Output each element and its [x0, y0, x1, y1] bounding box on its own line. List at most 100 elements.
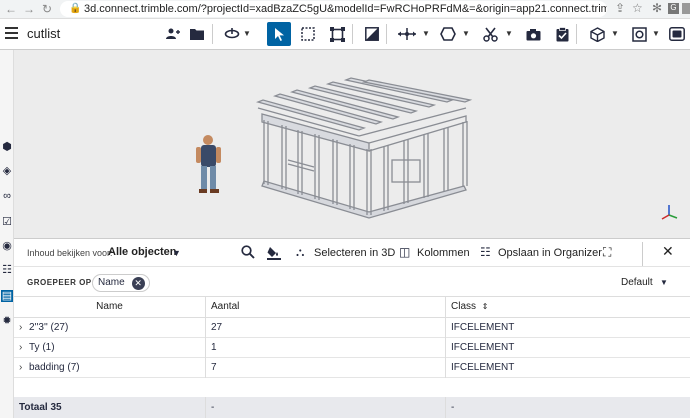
person-figure [196, 135, 221, 193]
share-icon[interactable]: ⇪ [615, 1, 625, 15]
cube-icon[interactable] [586, 23, 608, 45]
cubes-icon: ⛬ [296, 245, 305, 259]
view-scope-select[interactable]: Alle objecten [108, 246, 176, 258]
users-icon[interactable] [162, 23, 184, 45]
chevron-down-icon[interactable]: ▼ [611, 29, 619, 38]
view-mode-icon[interactable] [628, 23, 650, 45]
extension-icon[interactable]: ✻ [652, 1, 662, 15]
column-header-name[interactable]: Name [14, 297, 206, 317]
hamburger-menu-icon[interactable] [5, 27, 18, 39]
group-by-chip[interactable]: Name ✕ [92, 274, 150, 292]
chevron-right-icon[interactable]: › [19, 338, 29, 358]
section-plane-icon[interactable] [361, 23, 383, 45]
chevron-right-icon[interactable]: › [19, 358, 29, 378]
columns-button[interactable]: ◫ Kolommen [399, 245, 470, 259]
chevron-down-icon[interactable]: ▼ [172, 248, 181, 258]
chevron-down-icon[interactable]: ▼ [243, 29, 251, 38]
save-to-organizer-button[interactable]: ☷ Opslaan in Organizer [480, 245, 602, 259]
camera-icon[interactable]: ◉ [1, 240, 13, 252]
left-rail: ⬢ ◈ ∞ ☑ ◉ ☷ ▤ ✹ [0, 50, 14, 418]
class-cell: IFCELEMENT [451, 322, 515, 333]
table-row[interactable]: › 2''3'' (27) 27 IFCELEMENT [14, 318, 690, 338]
chevron-down-icon[interactable]: ▼ [422, 29, 430, 38]
row-name: badding (7) [29, 362, 80, 373]
name-cell: › Ty (1) [14, 338, 206, 358]
organizer-toolbar: Inhoud bekijken voor: Alle objecten ▼ ⛬ S… [14, 238, 690, 267]
close-icon[interactable]: ✕ [662, 243, 674, 260]
box-select-icon[interactable] [297, 23, 319, 45]
column-header-count[interactable]: Aantal [206, 297, 446, 317]
select-in-3d-label: Selecteren in 3D [314, 247, 396, 259]
app-title: cutlist [27, 26, 61, 41]
sort-icon[interactable]: ⇕ [482, 302, 489, 311]
layers-icon[interactable]: ◈ [1, 165, 13, 177]
name-cell: › 2''3'' (27) [14, 318, 206, 338]
search-icon [241, 245, 255, 259]
total-class: - [451, 402, 455, 413]
columns-icon: ◫ [399, 245, 411, 259]
orbit-icon[interactable] [221, 23, 243, 45]
color-button[interactable] [267, 245, 281, 263]
scissors-icon[interactable] [479, 23, 501, 45]
measure-icon[interactable] [394, 23, 420, 45]
class-cell: IFCELEMENT [451, 362, 515, 373]
table-row[interactable]: › badding (7) 7 IFCELEMENT [14, 358, 690, 378]
chevron-down-icon[interactable]: ▼ [505, 29, 513, 38]
column-header-class-label: Class [451, 301, 477, 312]
count-cell: 27 [206, 318, 446, 338]
clipboard-check-icon[interactable]: ☑ [1, 216, 13, 228]
back-arrow-icon[interactable]: ← [5, 2, 17, 16]
preset-select[interactable]: Default [621, 277, 653, 288]
browser-bar: ← → ↻ 🔒 3d.connect.trimble.com/?projectI… [0, 0, 690, 19]
extension-g-icon[interactable]: G [668, 3, 679, 14]
chevron-right-icon[interactable]: › [19, 318, 29, 338]
table-header: Name Aantal Class ⇕ [14, 297, 690, 318]
reload-icon[interactable]: ↻ [42, 2, 52, 16]
hierarchy-icon[interactable]: ☷ [1, 264, 13, 276]
count-cell: 1 [206, 338, 446, 358]
chevron-down-icon[interactable]: ▼ [462, 29, 470, 38]
timber-frame [255, 77, 473, 219]
axis-gizmo-icon [661, 205, 678, 220]
view-scope-label: Inhoud bekijken voor: [27, 248, 113, 258]
close-icon[interactable]: ✕ [131, 276, 145, 290]
count-cell: 7 [206, 358, 446, 378]
group-by-row: GROEPEER OP: Name ✕ Default ▼ [14, 267, 690, 297]
row-name: Ty (1) [29, 342, 55, 353]
cube-icon[interactable]: ⬢ [1, 141, 13, 153]
camera-icon[interactable] [522, 23, 544, 45]
shape-icon[interactable] [437, 23, 459, 45]
paint-bucket-icon [267, 247, 281, 260]
address-bar[interactable]: 🔒 3d.connect.trimble.com/?projectId=xadB… [60, 1, 607, 17]
gear-icon[interactable]: ✹ [1, 315, 13, 327]
3d-viewport[interactable] [14, 50, 690, 238]
search-button[interactable] [241, 245, 255, 262]
row-name: 2''3'' (27) [29, 322, 69, 333]
link-icon[interactable]: ∞ [1, 190, 13, 202]
column-header-class[interactable]: Class ⇕ [446, 297, 690, 317]
fullscreen-icon[interactable]: ⛶ [603, 245, 611, 260]
chevron-down-icon[interactable]: ▼ [660, 278, 668, 287]
clipboard-check-icon[interactable] [551, 23, 573, 45]
organizer-table-icon[interactable]: ▤ [1, 290, 13, 302]
select-in-3d-button[interactable]: ⛬ Selecteren in 3D [296, 245, 395, 260]
model-render [196, 77, 678, 220]
class-cell: IFCELEMENT [451, 342, 515, 353]
chevron-down-icon[interactable]: ▼ [652, 29, 660, 38]
crop-icon[interactable] [326, 23, 348, 45]
hierarchy-icon: ☷ [480, 245, 491, 259]
layout-icon[interactable] [666, 23, 688, 45]
table-row[interactable]: › Ty (1) 1 IFCELEMENT [14, 338, 690, 358]
star-icon[interactable]: ☆ [632, 1, 643, 15]
extension-badge-icon[interactable] [682, 3, 690, 14]
lock-icon: 🔒 [69, 3, 82, 14]
forward-arrow-icon[interactable]: → [23, 2, 35, 16]
save-to-organizer-label: Opslaan in Organizer [498, 247, 602, 259]
columns-label: Kolommen [417, 247, 470, 259]
select-pointer-icon[interactable] [267, 22, 291, 46]
url-text: 3d.connect.trimble.com/?projectId=xadBza… [84, 3, 607, 15]
name-cell: › badding (7) [14, 358, 206, 378]
divider [642, 242, 643, 266]
group-by-chip-label: Name [98, 277, 125, 288]
folder-icon[interactable] [186, 23, 208, 45]
